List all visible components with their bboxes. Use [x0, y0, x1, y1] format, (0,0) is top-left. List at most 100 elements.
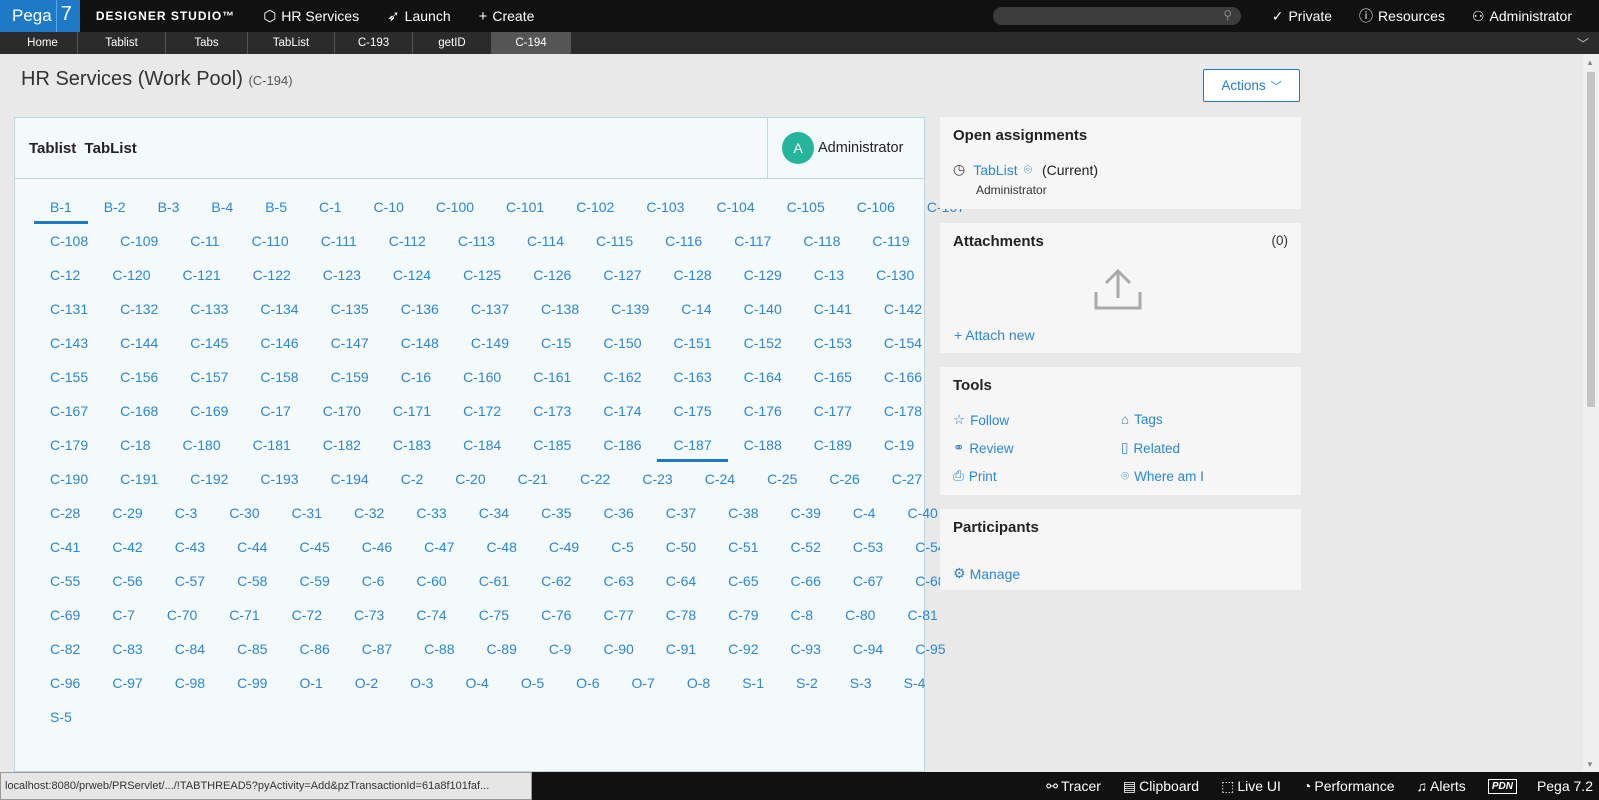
case-tab-c-193[interactable]: C-193 [244, 462, 314, 496]
case-tab-c-74[interactable]: C-74 [400, 598, 462, 632]
case-tab-c-21[interactable]: C-21 [502, 462, 564, 496]
case-tab-c-125[interactable]: C-125 [447, 258, 517, 292]
case-tab-c-167[interactable]: C-167 [34, 394, 104, 428]
case-tab-s-1[interactable]: S-1 [726, 666, 780, 700]
case-tab-c-144[interactable]: C-144 [104, 326, 174, 360]
where-am-i-link[interactable]: ⌾ Where am I [1121, 468, 1204, 484]
scroll-down-icon[interactable]: ▼ [1586, 760, 1594, 769]
case-tab-c-133[interactable]: C-133 [174, 292, 244, 326]
case-tab-c-159[interactable]: C-159 [315, 360, 385, 394]
case-tab-c-153[interactable]: C-153 [798, 326, 868, 360]
case-tab-c-72[interactable]: C-72 [276, 598, 338, 632]
case-tab-c-186[interactable]: C-186 [587, 428, 657, 462]
case-tab-c-45[interactable]: C-45 [283, 530, 345, 564]
case-tab-o-6[interactable]: O-6 [560, 666, 615, 700]
case-tab-c-46[interactable]: C-46 [346, 530, 408, 564]
case-tab-c-37[interactable]: C-37 [650, 496, 712, 530]
tab-c-193[interactable]: C-193 [335, 32, 413, 54]
case-tab-c-158[interactable]: C-158 [244, 360, 314, 394]
case-tab-c-20[interactable]: C-20 [439, 462, 501, 496]
case-tab-c-116[interactable]: C-116 [649, 224, 718, 258]
case-tab-c-187[interactable]: C-187 [657, 428, 728, 462]
case-tab-c-131[interactable]: C-131 [34, 292, 104, 326]
case-tab-c-168[interactable]: C-168 [104, 394, 174, 428]
case-tab-c-112[interactable]: C-112 [373, 224, 442, 258]
case-tab-c-137[interactable]: C-137 [455, 292, 525, 326]
case-tab-b-2[interactable]: B-2 [88, 190, 142, 224]
case-tab-c-174[interactable]: C-174 [587, 394, 657, 428]
case-tab-c-89[interactable]: C-89 [471, 632, 533, 666]
case-tab-c-87[interactable]: C-87 [346, 632, 408, 666]
upload-icon[interactable] [1092, 268, 1144, 312]
case-tab-c-66[interactable]: C-66 [775, 564, 837, 598]
case-tab-c-121[interactable]: C-121 [167, 258, 237, 292]
case-tab-s-4[interactable]: S-4 [888, 666, 942, 700]
case-tab-c-8[interactable]: C-8 [775, 598, 830, 632]
review-link[interactable]: ⚭ Review [953, 440, 1014, 456]
case-tab-c-12[interactable]: C-12 [34, 258, 96, 292]
case-tab-s-2[interactable]: S-2 [780, 666, 834, 700]
actions-button[interactable]: Actions ﹀ [1203, 69, 1300, 102]
case-tab-c-156[interactable]: C-156 [104, 360, 174, 394]
print-link[interactable]: ⎙ Print [953, 468, 997, 484]
case-tab-c-185[interactable]: C-185 [517, 428, 587, 462]
case-tab-c-166[interactable]: C-166 [868, 360, 938, 394]
case-tab-c-124[interactable]: C-124 [377, 258, 447, 292]
hr-services-menu[interactable]: ⬡ HR Services [263, 7, 359, 25]
case-tab-c-27[interactable]: C-27 [876, 462, 938, 496]
case-tab-c-130[interactable]: C-130 [860, 258, 930, 292]
case-tab-c-165[interactable]: C-165 [798, 360, 868, 394]
case-tab-c-119[interactable]: C-119 [856, 224, 925, 258]
search-input[interactable]: ⚲ [993, 7, 1241, 25]
case-tab-c-58[interactable]: C-58 [221, 564, 283, 598]
case-tab-c-24[interactable]: C-24 [689, 462, 751, 496]
case-tab-c-64[interactable]: C-64 [650, 564, 712, 598]
case-tab-c-5[interactable]: C-5 [595, 530, 650, 564]
case-tab-c-73[interactable]: C-73 [338, 598, 400, 632]
case-tab-c-4[interactable]: C-4 [837, 496, 892, 530]
case-tab-c-51[interactable]: C-51 [712, 530, 774, 564]
case-tab-c-65[interactable]: C-65 [712, 564, 774, 598]
case-tab-c-102[interactable]: C-102 [560, 190, 630, 224]
case-tab-c-11[interactable]: C-11 [174, 224, 235, 258]
case-tab-c-138[interactable]: C-138 [525, 292, 595, 326]
case-tab-c-160[interactable]: C-160 [447, 360, 517, 394]
case-tab-c-97[interactable]: C-97 [96, 666, 158, 700]
case-tab-c-13[interactable]: C-13 [798, 258, 860, 292]
case-tab-c-35[interactable]: C-35 [525, 496, 587, 530]
case-tab-c-143[interactable]: C-143 [34, 326, 104, 360]
case-tab-c-141[interactable]: C-141 [798, 292, 868, 326]
case-tab-c-104[interactable]: C-104 [700, 190, 770, 224]
case-tab-c-76[interactable]: C-76 [525, 598, 587, 632]
case-tab-c-53[interactable]: C-53 [837, 530, 899, 564]
case-tab-c-81[interactable]: C-81 [891, 598, 953, 632]
chevron-down-icon[interactable]: ﹀ [1577, 35, 1589, 52]
map-pin-icon[interactable]: ⌾ [1024, 161, 1032, 178]
case-tab-c-181[interactable]: C-181 [237, 428, 307, 462]
case-tab-b-1[interactable]: B-1 [34, 190, 88, 224]
case-tab-c-91[interactable]: C-91 [650, 632, 712, 666]
case-tab-c-101[interactable]: C-101 [490, 190, 560, 224]
case-tab-c-62[interactable]: C-62 [525, 564, 587, 598]
case-tab-c-69[interactable]: C-69 [34, 598, 96, 632]
operator-menu[interactable]: ⚇ Administrator [1472, 8, 1572, 25]
case-tab-o-2[interactable]: O-2 [339, 666, 394, 700]
case-tab-c-60[interactable]: C-60 [400, 564, 462, 598]
case-tab-c-190[interactable]: C-190 [34, 462, 104, 496]
case-tab-c-17[interactable]: C-17 [244, 394, 306, 428]
case-tab-c-111[interactable]: C-111 [305, 224, 373, 258]
case-tab-c-33[interactable]: C-33 [400, 496, 462, 530]
case-tab-c-175[interactable]: C-175 [657, 394, 727, 428]
case-tab-o-4[interactable]: O-4 [449, 666, 504, 700]
private-menu[interactable]: ✓ Private [1272, 8, 1332, 25]
case-tab-c-115[interactable]: C-115 [580, 224, 649, 258]
case-tab-c-148[interactable]: C-148 [385, 326, 455, 360]
case-tab-c-122[interactable]: C-122 [237, 258, 307, 292]
case-tab-c-123[interactable]: C-123 [307, 258, 377, 292]
launch-menu[interactable]: ➶ Launch [387, 7, 451, 25]
case-tab-c-98[interactable]: C-98 [159, 666, 221, 700]
case-tab-c-7[interactable]: C-7 [96, 598, 151, 632]
case-tab-c-6[interactable]: C-6 [346, 564, 401, 598]
case-tab-c-50[interactable]: C-50 [650, 530, 712, 564]
case-tab-o-8[interactable]: O-8 [671, 666, 726, 700]
